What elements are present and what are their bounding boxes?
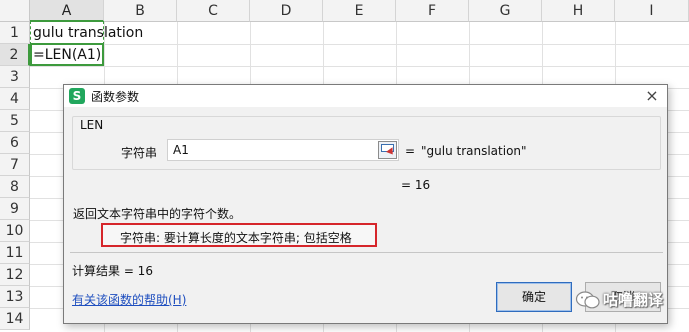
function-help-link[interactable]: 有关该函数的帮助(H)	[72, 291, 186, 308]
close-icon[interactable]: ×	[643, 87, 661, 105]
argument-label: 字符串	[121, 146, 158, 160]
column-header-g[interactable]: G	[469, 0, 542, 22]
row-header-5[interactable]: 5	[0, 110, 30, 132]
row-header-1[interactable]: 1	[0, 22, 30, 44]
argument-equals: =	[405, 144, 416, 158]
dialog-title: 函数参数	[91, 90, 140, 104]
column-header-c[interactable]: C	[177, 0, 250, 22]
row-header-6[interactable]: 6	[0, 132, 30, 154]
grid-line	[30, 44, 689, 45]
row-header-7[interactable]: 7	[0, 154, 30, 176]
argument-hint: 字符串: 要计算长度的文本字符串; 包括空格	[120, 231, 352, 245]
function-description: 返回文本字符串中的字符个数。	[73, 207, 242, 221]
row-header-10[interactable]: 10	[0, 220, 30, 242]
active-cell-border	[30, 43, 104, 66]
column-header-d[interactable]: D	[250, 0, 323, 22]
row-header-8[interactable]: 8	[0, 176, 30, 198]
divider	[70, 252, 663, 253]
calculation-result: 计算结果 = 16	[72, 264, 153, 278]
column-header-f[interactable]: F	[396, 0, 469, 22]
grid-line	[30, 66, 689, 67]
row-header-3[interactable]: 3	[0, 66, 30, 88]
row-header-14[interactable]: 14	[0, 308, 30, 330]
row-header-2[interactable]: 2	[0, 44, 30, 66]
column-header-i[interactable]: I	[615, 0, 689, 22]
wps-spreadsheet-icon: S	[69, 88, 85, 104]
row-header-13[interactable]: 13	[0, 286, 30, 308]
argument-evaluated-value: "gulu translation"	[421, 144, 527, 158]
function-name: LEN	[80, 118, 104, 132]
function-arguments-dialog: S 函数参数 × LEN 字符串 A1 = "gulu translation"…	[63, 84, 668, 324]
column-header-b[interactable]: B	[104, 0, 177, 22]
row-header-11[interactable]: 11	[0, 242, 30, 264]
column-header-a[interactable]: A	[30, 0, 104, 22]
select-all-corner[interactable]	[0, 0, 30, 22]
column-header-h[interactable]: H	[542, 0, 615, 22]
range-select-icon[interactable]	[378, 141, 397, 159]
argument-input[interactable]: A1	[167, 139, 399, 161]
dialog-titlebar[interactable]: S 函数参数 ×	[64, 85, 667, 107]
copy-range-marquee	[30, 21, 104, 45]
row-header-4[interactable]: 4	[0, 88, 30, 110]
ok-button[interactable]: 确定	[496, 282, 572, 312]
watermark-text: 咕噜翻译	[603, 291, 664, 309]
wechat-icon	[575, 291, 600, 309]
row-header-9[interactable]: 9	[0, 198, 30, 220]
row-header-12[interactable]: 12	[0, 264, 30, 286]
formula-result: = 16	[401, 178, 431, 192]
column-header-e[interactable]: E	[323, 0, 396, 22]
